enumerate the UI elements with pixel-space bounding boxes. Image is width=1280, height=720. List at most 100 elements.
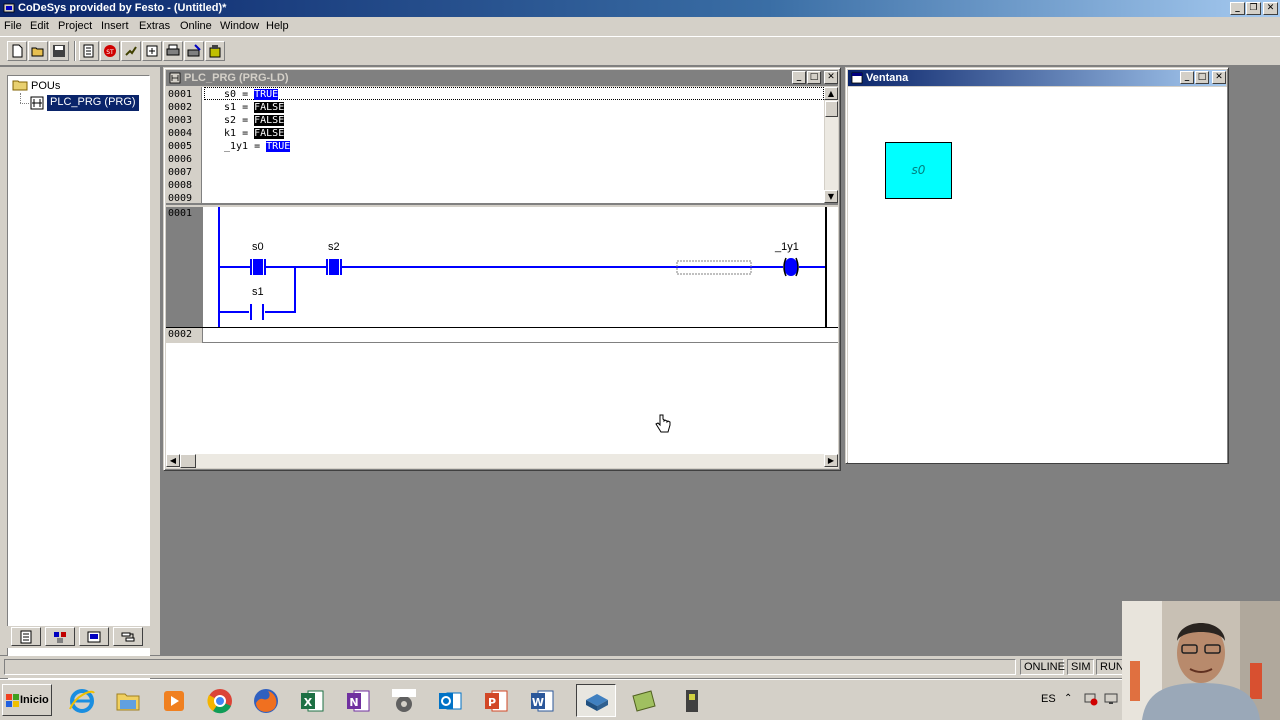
ladder-editor[interactable]: 0001 s0 s2 s1 _1y1 0002 [166, 207, 838, 455]
open-file-button[interactable] [28, 41, 48, 61]
taskbar-powerpoint[interactable]: P [476, 684, 516, 717]
scroll-thumb[interactable] [825, 101, 838, 117]
chrome-icon [207, 689, 232, 714]
onenote-icon: N [347, 690, 370, 712]
variable-value: TRUE [266, 141, 291, 152]
menu-extras[interactable]: Extras [139, 20, 170, 32]
menu-project[interactable]: Project [58, 20, 92, 32]
menu-help[interactable]: Help [266, 20, 289, 32]
prg-close-button[interactable]: ✕ [824, 71, 838, 84]
scroll-up-arrow[interactable]: ▲ [824, 87, 838, 100]
language-indicator[interactable]: ES [1041, 693, 1056, 705]
prg-maximize-button[interactable]: □ [807, 71, 821, 84]
scroll-right-arrow[interactable]: ▶ [824, 454, 838, 467]
ventana-maximize-button[interactable]: □ [1195, 71, 1209, 84]
excel-icon: X [301, 690, 324, 712]
declaration-line: _1y1 = TRUE [224, 141, 291, 152]
plc-prg-title: PLC_PRG (PRG-LD) [184, 72, 289, 84]
contact-s0 [250, 259, 266, 275]
outlook-icon [439, 692, 462, 710]
taskbar-festo-app[interactable] [624, 684, 664, 717]
status-message [4, 659, 1016, 675]
ventana-titlebar[interactable]: Ventana _ □ ✕ [848, 70, 1226, 86]
taskbar-excel[interactable]: X [292, 684, 332, 717]
taskbar-firefox[interactable] [246, 684, 286, 717]
codesys-app-icon [3, 3, 15, 13]
stop-button[interactable]: ST [100, 41, 120, 61]
opc-icon [392, 689, 416, 712]
declaration-editor[interactable]: 0001 0002 0003 0004 0005 0006 0007 0008 … [166, 87, 838, 205]
powerpoint-icon: P [485, 690, 508, 712]
run-button[interactable] [121, 41, 141, 61]
step-button[interactable] [142, 41, 162, 61]
declaration-line: s0 = TRUE [224, 89, 279, 100]
hand-cursor-icon [655, 414, 671, 433]
festo-app-icon [632, 690, 656, 712]
taskbar-file-explorer[interactable] [108, 684, 148, 717]
scroll-left-arrow[interactable]: ◀ [166, 454, 180, 467]
app-title: CoDeSys provided by Festo - (Untitled)* [18, 2, 227, 14]
document-icon [20, 630, 32, 644]
ventana-close-button[interactable]: ✕ [1212, 71, 1226, 84]
scroll-thumb[interactable] [180, 454, 196, 468]
network-error-icon[interactable] [1084, 692, 1098, 706]
svg-text:N: N [349, 696, 358, 709]
variable-value: FALSE [254, 115, 285, 126]
restore-button[interactable]: ❐ [1246, 2, 1261, 15]
taskbar-onenote[interactable]: N [338, 684, 378, 717]
declaration-scrollbar[interactable]: ▲ ▼ [824, 87, 838, 203]
ventana-minimize-button[interactable]: _ [1180, 71, 1194, 84]
lamp-s0[interactable]: s0 [885, 142, 952, 199]
data-types-icon [54, 632, 66, 643]
firefox-icon [254, 689, 278, 713]
pou-tree: POUs PLC_PRG (PRG) [7, 75, 150, 693]
system-tray: ES ⌃ [1034, 684, 1124, 717]
svg-text:ST: ST [106, 49, 114, 56]
menu-file[interactable]: File [4, 20, 22, 32]
monitor-icon[interactable] [1104, 692, 1118, 706]
start-button[interactable]: Inicio [2, 684, 52, 716]
plc-prg-titlebar[interactable]: PLC_PRG (PRG-LD) _ □ ✕ [166, 70, 838, 86]
variable-value: FALSE [254, 102, 285, 113]
save-button[interactable] [49, 41, 69, 61]
internet-explorer-icon [69, 689, 95, 713]
taskbar-media-player[interactable] [154, 684, 194, 717]
start-label: Inicio [20, 694, 49, 706]
prg-minimize-button[interactable]: _ [792, 71, 806, 84]
folder-icon [12, 80, 28, 91]
menu-window[interactable]: Window [220, 20, 259, 32]
taskbar-codesys[interactable] [576, 684, 616, 717]
tools-button[interactable] [205, 41, 225, 61]
print-preview-button[interactable] [184, 41, 204, 61]
tab-resources[interactable] [113, 627, 143, 646]
horizontal-scrollbar[interactable]: ◀ ▶ [166, 454, 838, 468]
save-disk-icon [53, 45, 65, 57]
menu-bar: File Edit Project Insert Extras Online W… [0, 17, 1280, 36]
minimize-button[interactable]: _ [1230, 2, 1245, 15]
line-number: 0001 [168, 89, 193, 100]
tab-visualizations[interactable] [79, 627, 109, 646]
scroll-down-arrow[interactable]: ▼ [824, 190, 838, 203]
windows-logo-icon [6, 694, 19, 707]
taskbar-outlook[interactable] [430, 684, 470, 717]
network-gutter: 0001 [166, 207, 203, 327]
webcam-overlay [1122, 601, 1280, 720]
taskbar-camera-app[interactable] [672, 684, 712, 717]
new-file-button[interactable] [7, 41, 27, 61]
taskbar-internet-explorer[interactable] [62, 684, 102, 717]
tab-data-types[interactable] [45, 627, 75, 646]
login-button[interactable] [79, 41, 99, 61]
close-button[interactable]: ✕ [1263, 2, 1278, 15]
taskbar-opc[interactable] [384, 684, 424, 717]
menu-edit[interactable]: Edit [30, 20, 49, 32]
taskbar-word[interactable]: W [522, 684, 562, 717]
print-button[interactable] [163, 41, 183, 61]
taskbar-chrome[interactable] [200, 684, 240, 717]
menu-insert[interactable]: Insert [101, 20, 129, 32]
line-number: 0003 [168, 115, 193, 126]
menu-online[interactable]: Online [180, 20, 212, 32]
tab-pous[interactable] [11, 627, 41, 646]
tray-chevron-up-icon[interactable]: ⌃ [1064, 693, 1072, 704]
network-2[interactable]: 0002 [166, 327, 838, 343]
line-number: 0009 [168, 193, 193, 204]
